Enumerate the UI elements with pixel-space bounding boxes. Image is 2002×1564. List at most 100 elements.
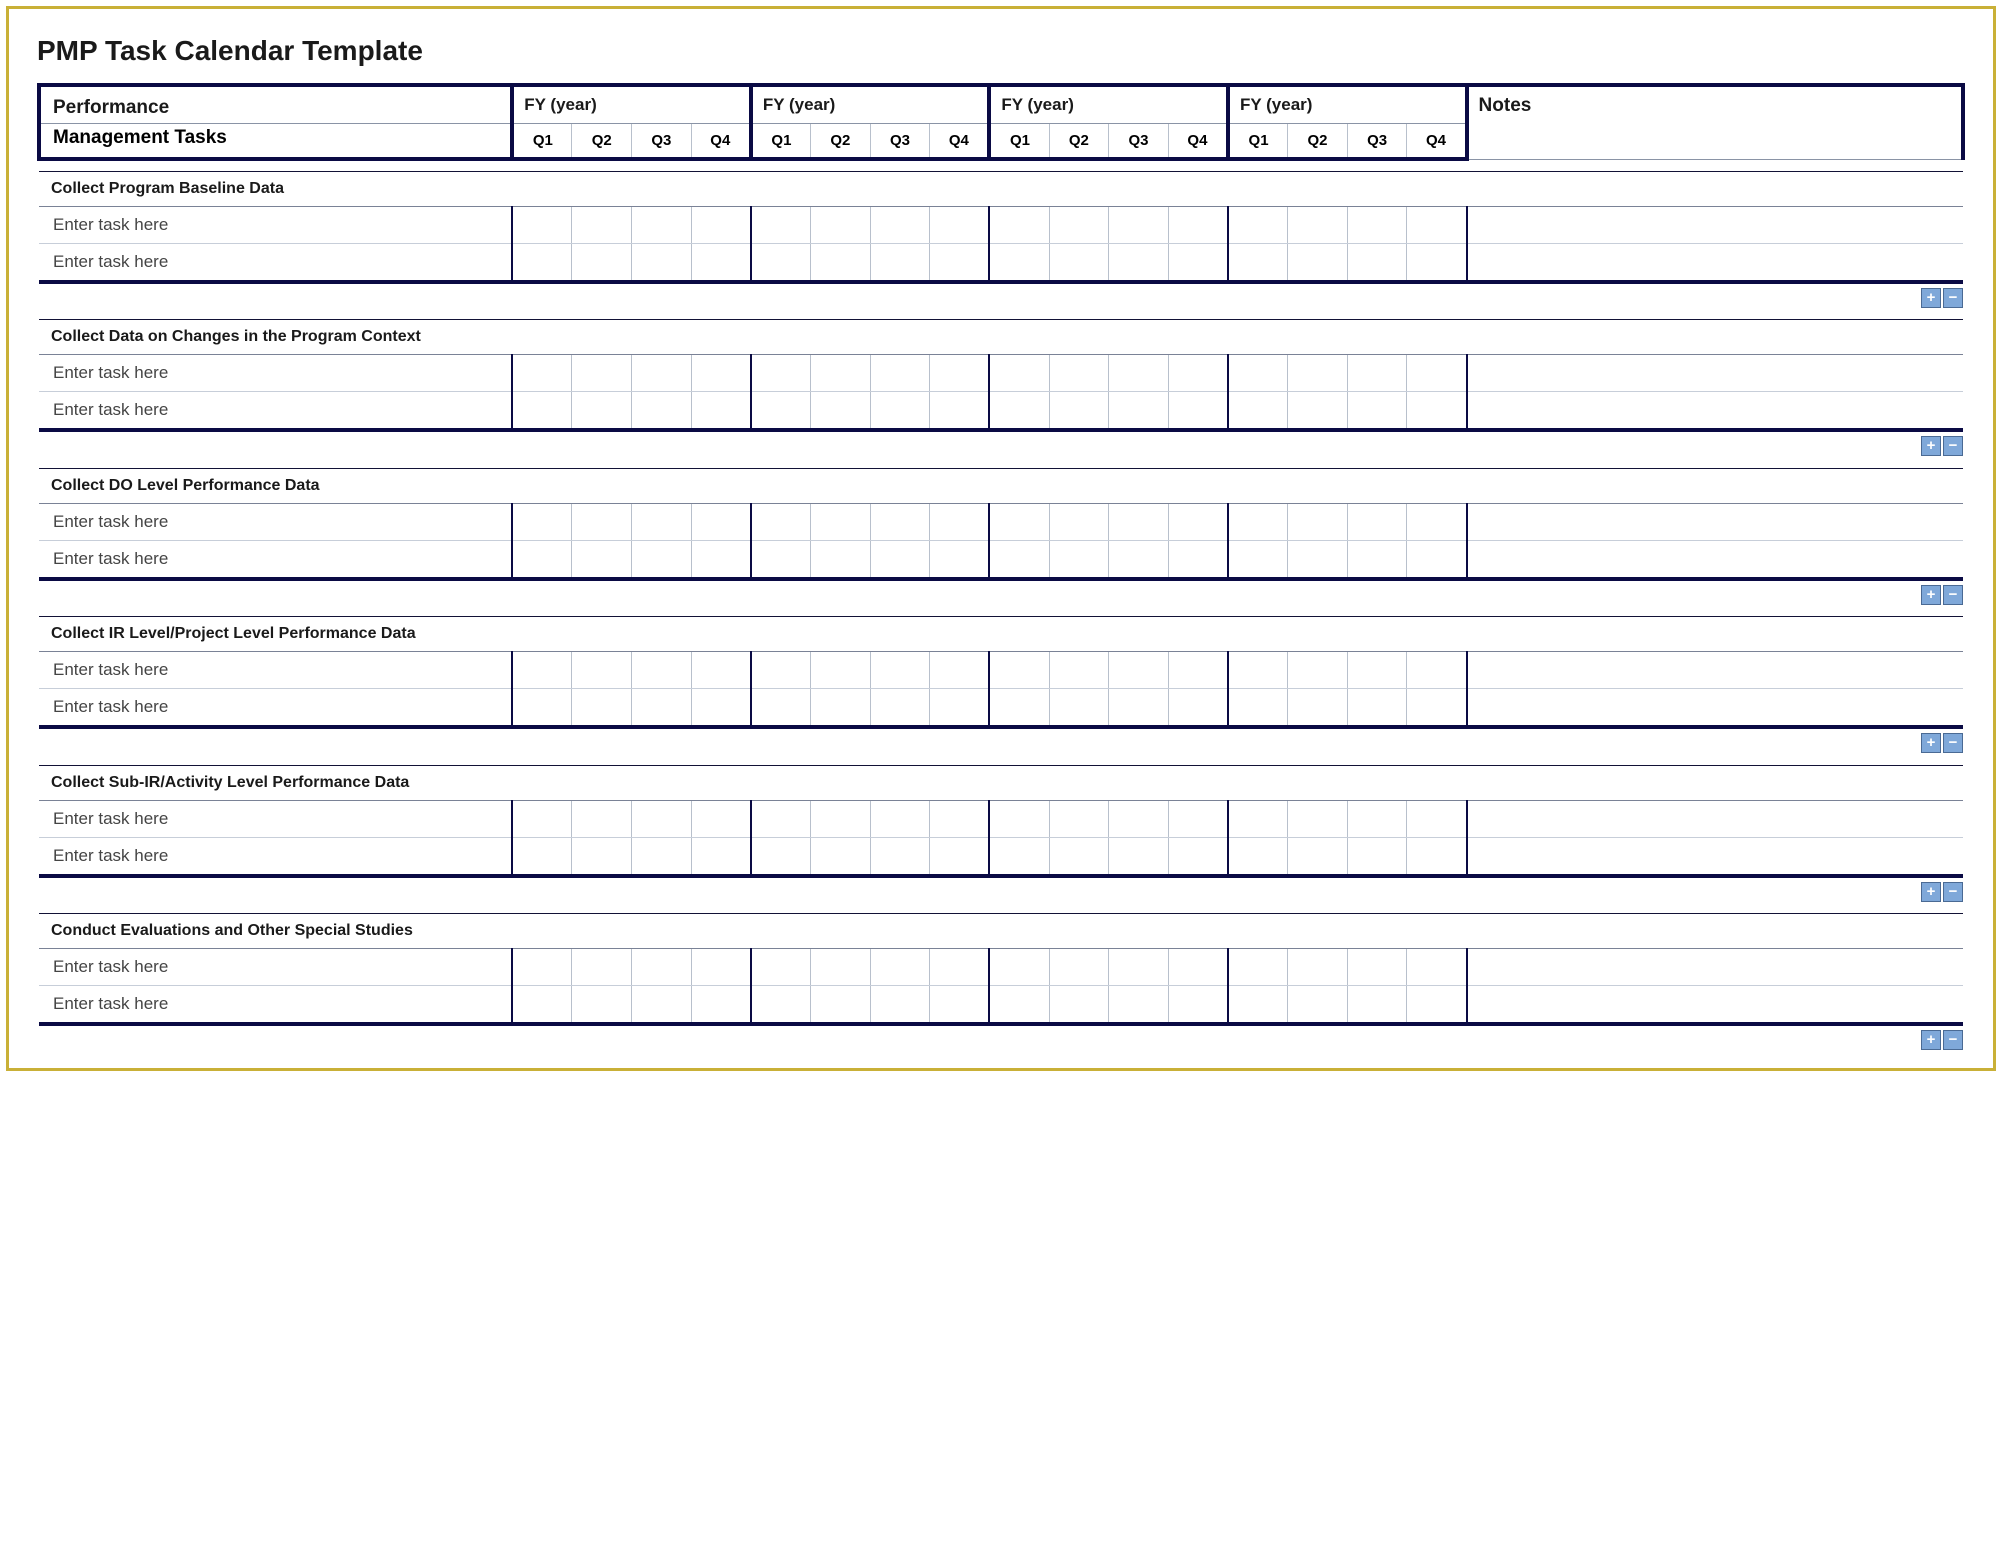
quarter-cell[interactable]: [691, 392, 751, 431]
quarter-cell[interactable]: [1347, 243, 1407, 282]
notes-cell[interactable]: [1467, 243, 1963, 282]
quarter-cell[interactable]: [1288, 355, 1348, 392]
quarter-cell[interactable]: [572, 689, 632, 728]
quarter-cell[interactable]: [811, 540, 871, 579]
quarter-cell[interactable]: [512, 986, 572, 1025]
quarter-cell[interactable]: [572, 949, 632, 986]
quarter-cell[interactable]: [930, 392, 990, 431]
quarter-cell[interactable]: [811, 503, 871, 540]
remove-row-button[interactable]: −: [1943, 882, 1963, 902]
quarter-cell[interactable]: [632, 540, 692, 579]
notes-cell[interactable]: [1467, 949, 1963, 986]
quarter-cell[interactable]: [632, 503, 692, 540]
quarter-cell[interactable]: [1109, 243, 1169, 282]
quarter-cell[interactable]: [1168, 355, 1228, 392]
quarter-cell[interactable]: [811, 392, 871, 431]
quarter-cell[interactable]: [989, 540, 1049, 579]
quarter-cell[interactable]: [691, 243, 751, 282]
task-cell[interactable]: Enter task here: [39, 206, 512, 243]
quarter-cell[interactable]: [1049, 392, 1109, 431]
quarter-cell[interactable]: [632, 243, 692, 282]
quarter-cell[interactable]: [1347, 355, 1407, 392]
add-row-button[interactable]: +: [1921, 585, 1941, 605]
quarter-cell[interactable]: [1109, 540, 1169, 579]
notes-cell[interactable]: [1467, 689, 1963, 728]
quarter-cell[interactable]: [1228, 800, 1288, 837]
quarter-cell[interactable]: [691, 689, 751, 728]
quarter-cell[interactable]: [1347, 206, 1407, 243]
quarter-cell[interactable]: [1049, 949, 1109, 986]
quarter-cell[interactable]: [572, 986, 632, 1025]
quarter-cell[interactable]: [1288, 986, 1348, 1025]
quarter-cell[interactable]: [751, 355, 811, 392]
quarter-cell[interactable]: [691, 503, 751, 540]
notes-cell[interactable]: [1467, 503, 1963, 540]
task-cell[interactable]: Enter task here: [39, 949, 512, 986]
quarter-cell[interactable]: [870, 540, 930, 579]
quarter-cell[interactable]: [691, 949, 751, 986]
quarter-cell[interactable]: [691, 986, 751, 1025]
quarter-cell[interactable]: [632, 652, 692, 689]
quarter-cell[interactable]: [1407, 355, 1467, 392]
quarter-cell[interactable]: [1049, 837, 1109, 876]
quarter-cell[interactable]: [1228, 689, 1288, 728]
notes-cell[interactable]: [1467, 837, 1963, 876]
quarter-cell[interactable]: [1347, 689, 1407, 728]
task-cell[interactable]: Enter task here: [39, 800, 512, 837]
add-row-button[interactable]: +: [1921, 288, 1941, 308]
quarter-cell[interactable]: [1407, 540, 1467, 579]
quarter-cell[interactable]: [751, 986, 811, 1025]
quarter-cell[interactable]: [1288, 392, 1348, 431]
quarter-cell[interactable]: [1168, 206, 1228, 243]
quarter-cell[interactable]: [1049, 800, 1109, 837]
quarter-cell[interactable]: [811, 243, 871, 282]
quarter-cell[interactable]: [751, 392, 811, 431]
quarter-cell[interactable]: [572, 652, 632, 689]
quarter-cell[interactable]: [811, 355, 871, 392]
quarter-cell[interactable]: [632, 206, 692, 243]
quarter-cell[interactable]: [870, 243, 930, 282]
notes-cell[interactable]: [1467, 540, 1963, 579]
quarter-cell[interactable]: [1168, 540, 1228, 579]
task-cell[interactable]: Enter task here: [39, 392, 512, 431]
quarter-cell[interactable]: [930, 503, 990, 540]
quarter-cell[interactable]: [1407, 652, 1467, 689]
quarter-cell[interactable]: [1228, 837, 1288, 876]
quarter-cell[interactable]: [1288, 800, 1348, 837]
quarter-cell[interactable]: [1228, 243, 1288, 282]
task-cell[interactable]: Enter task here: [39, 986, 512, 1025]
notes-cell[interactable]: [1467, 652, 1963, 689]
quarter-cell[interactable]: [811, 837, 871, 876]
quarter-cell[interactable]: [870, 986, 930, 1025]
quarter-cell[interactable]: [572, 837, 632, 876]
remove-row-button[interactable]: −: [1943, 1030, 1963, 1050]
quarter-cell[interactable]: [572, 540, 632, 579]
quarter-cell[interactable]: [989, 949, 1049, 986]
quarter-cell[interactable]: [1288, 949, 1348, 986]
quarter-cell[interactable]: [632, 986, 692, 1025]
quarter-cell[interactable]: [1049, 689, 1109, 728]
quarter-cell[interactable]: [1288, 206, 1348, 243]
quarter-cell[interactable]: [751, 837, 811, 876]
quarter-cell[interactable]: [930, 206, 990, 243]
quarter-cell[interactable]: [930, 800, 990, 837]
quarter-cell[interactable]: [989, 652, 1049, 689]
quarter-cell[interactable]: [1049, 652, 1109, 689]
quarter-cell[interactable]: [1109, 206, 1169, 243]
quarter-cell[interactable]: [1407, 392, 1467, 431]
quarter-cell[interactable]: [1168, 986, 1228, 1025]
quarter-cell[interactable]: [1407, 689, 1467, 728]
notes-cell[interactable]: [1467, 392, 1963, 431]
quarter-cell[interactable]: [870, 949, 930, 986]
task-cell[interactable]: Enter task here: [39, 689, 512, 728]
quarter-cell[interactable]: [1347, 800, 1407, 837]
quarter-cell[interactable]: [1049, 986, 1109, 1025]
notes-cell[interactable]: [1467, 206, 1963, 243]
quarter-cell[interactable]: [1288, 503, 1348, 540]
quarter-cell[interactable]: [1347, 540, 1407, 579]
remove-row-button[interactable]: −: [1943, 733, 1963, 753]
quarter-cell[interactable]: [751, 540, 811, 579]
quarter-cell[interactable]: [930, 243, 990, 282]
quarter-cell[interactable]: [870, 689, 930, 728]
quarter-cell[interactable]: [1228, 503, 1288, 540]
